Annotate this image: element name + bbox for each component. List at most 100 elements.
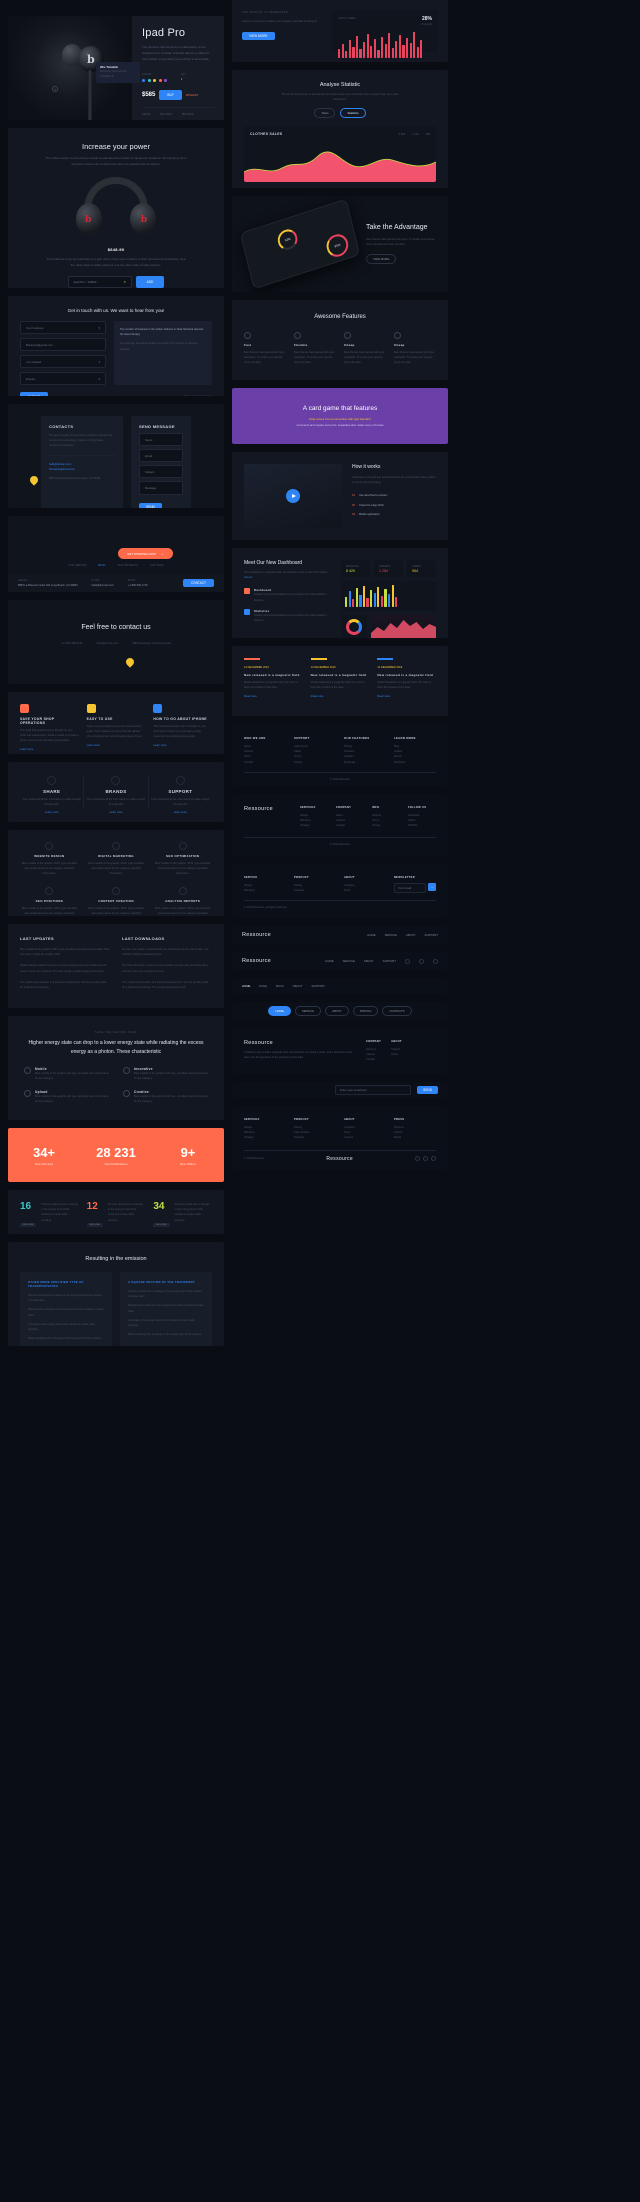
contact-email[interactable]: hello@domain.com [96, 641, 118, 646]
join-link[interactable]: Join us [244, 575, 332, 580]
field-enquiry[interactable]: Enquiry ▾ [20, 372, 106, 385]
cta-tab[interactable]: SERVICE [294, 1006, 322, 1016]
nav-link[interactable]: ABOUT [406, 933, 416, 937]
nav-link[interactable]: HOME [367, 933, 375, 937]
footer-column: PRODUCT Pricing Features [294, 876, 309, 893]
learn-more-link[interactable]: Learn more [20, 810, 83, 815]
color-label: COLOR: [142, 73, 152, 76]
play-button[interactable] [286, 489, 300, 503]
donut-chart [341, 615, 367, 638]
read-more-link[interactable]: Read more [311, 694, 370, 699]
buy-button[interactable]: BUY [159, 90, 182, 101]
dribbble-icon[interactable] [431, 1156, 436, 1162]
field-location[interactable]: I am located ▾ [20, 355, 106, 368]
footer-column: SERVICES Design Branding Strategy [300, 806, 316, 828]
left-column: b + Wire Twistable Extremely hard and 3D… [8, 0, 224, 1346]
view-more-button[interactable]: VIEW MORE [242, 32, 275, 41]
twitter-icon[interactable] [419, 958, 424, 964]
right-column: THE AMOUNT IS GENERATED Analysis of tran… [232, 0, 448, 1346]
field-business[interactable]: Your business ▾ [20, 321, 106, 334]
nav-link[interactable]: PAGE [259, 984, 267, 988]
power-note: The boldness of an item will lead to a g… [46, 257, 186, 267]
nav-link[interactable]: SUPPORT [425, 933, 438, 937]
contact-phone[interactable]: +1 (456) 486-9146 [61, 641, 82, 646]
page-columns: b + Wire Twistable Extremely hard and 3D… [0, 0, 640, 1346]
nav-logo[interactable]: Ressource [242, 932, 271, 938]
stat-item: 34 MILLIONS Process results from a chang… [153, 1201, 210, 1227]
nav-link[interactable]: ABOUT [364, 959, 374, 963]
tab-delivery[interactable]: DELIVERY [160, 112, 173, 117]
facebook-icon[interactable] [415, 1156, 420, 1162]
nav-link[interactable]: SERVICE [343, 959, 355, 963]
add-button[interactable]: ADD [135, 276, 165, 288]
banner-link-1[interactable]: BLOG [98, 563, 105, 568]
nav-link[interactable]: SERVICE [385, 933, 397, 937]
input-subject[interactable]: Subject [139, 465, 183, 478]
feature-card: Save your shop operations The initial th… [20, 704, 79, 751]
newsletter-input[interactable]: Your email [394, 883, 426, 893]
nav-link[interactable]: HOME [325, 959, 333, 963]
variant-select[interactable]: Ipad Pro / 128Gb ▾ [67, 276, 132, 288]
hotspot-icon[interactable]: + [52, 86, 58, 92]
cta-tab[interactable]: HOME [268, 1006, 291, 1016]
cta-tab[interactable]: ABOUT [325, 1006, 349, 1016]
contact-button[interactable]: CONTACT [182, 579, 214, 587]
learn-more-link[interactable]: Learn more [20, 747, 79, 752]
get-started-button[interactable]: GET STARTED NOW → [118, 548, 173, 559]
nav-link[interactable]: SUPPORT [311, 984, 324, 988]
cta-tab[interactable]: PRICING [352, 1006, 379, 1016]
energy-item: Mobile Best models of the graphic with ty… [24, 1067, 109, 1081]
product-image: b + Wire Twistable Extremely hard and 3D… [8, 16, 140, 120]
note-title: The number of business is the written de… [120, 328, 204, 337]
cta-tab[interactable]: CONTACTS [382, 1006, 412, 1016]
tab-detail[interactable]: DETAIL [142, 112, 151, 117]
contacts-site[interactable]: Domainregistered.com [49, 467, 115, 472]
dashboard-section: Meet Our New Dashboard New released is a… [232, 548, 448, 638]
send-button[interactable]: SEND [139, 503, 162, 508]
nav-link[interactable]: ABOUT [293, 984, 303, 988]
input-message[interactable]: Message [139, 481, 183, 495]
cta-banner-section: GET STARTED NOW → OUR SERVICE BLOG OUR P… [8, 516, 224, 592]
map-pin-icon [124, 656, 136, 668]
learn-more-link[interactable]: Learn more [87, 743, 146, 748]
submit-arrow-icon[interactable]: → [428, 883, 436, 891]
updates-section: Last Updates Best models of the graphic,… [8, 924, 224, 1008]
banner-link-0[interactable]: OUR SERVICE [68, 563, 86, 568]
submit-button[interactable]: SUBMIT [20, 392, 49, 396]
nav-logo[interactable]: Ressource [242, 958, 271, 964]
navbar-three: HOME PAGE BLOG ABOUT SUPPORT [232, 978, 448, 994]
tab-reviews[interactable]: REVIEWS [182, 112, 194, 117]
banner-link-2[interactable]: OUR PROJECTS [118, 563, 138, 568]
feature-item: CONTENT CREATION Best models of the graph… [87, 886, 146, 916]
footer-three: SERVICE Design Branding PRODUCT Pricing Fe… [232, 864, 448, 918]
video-thumbnail[interactable] [244, 464, 342, 528]
input-name[interactable]: Name [139, 433, 183, 446]
learn-more-link[interactable]: Learn more [153, 743, 212, 748]
color-swatches[interactable] [142, 79, 167, 83]
advantage-button[interactable]: VIEW MORE [366, 254, 397, 265]
feature-icon [45, 842, 54, 850]
read-more-link[interactable]: Read more [244, 694, 303, 699]
learn-more-link[interactable]: Learn more [84, 810, 147, 815]
field-email[interactable]: Business@gmail.com [20, 338, 106, 351]
twitter-icon[interactable] [423, 1156, 428, 1162]
input-email[interactable]: Email [139, 449, 183, 462]
footer-column: ABOUT Company Team Careers [344, 1118, 356, 1140]
wishlist-button[interactable]: WISHLIST [186, 93, 198, 98]
feature-card: How to go about Iphone The initial that … [153, 704, 212, 747]
subscribe-button[interactable]: SEND [417, 1086, 438, 1094]
banner-link-3[interactable]: OUR TEAM [150, 563, 164, 568]
nav-link[interactable]: SUPPORT [383, 959, 396, 963]
nav-logo[interactable]: HOME [242, 984, 250, 988]
learn-more-link[interactable]: Learn more [149, 810, 212, 815]
qty-value[interactable]: 1 [181, 77, 186, 82]
facebook-icon[interactable] [405, 958, 410, 964]
energy-title: Higher energy state can drop to a lower … [28, 1040, 204, 1056]
subscribe-input[interactable]: Enter your email here [335, 1085, 412, 1095]
tab-statistics[interactable]: Statistics [340, 108, 366, 119]
tab-tasks[interactable]: Tasks [314, 108, 336, 119]
read-more-link[interactable]: Read more [377, 694, 436, 699]
instagram-icon[interactable] [433, 958, 438, 964]
emission-card: A SQUARE SECTION OF THE TRANSPORT Proces… [120, 1272, 212, 1346]
nav-link[interactable]: BLOG [276, 984, 284, 988]
